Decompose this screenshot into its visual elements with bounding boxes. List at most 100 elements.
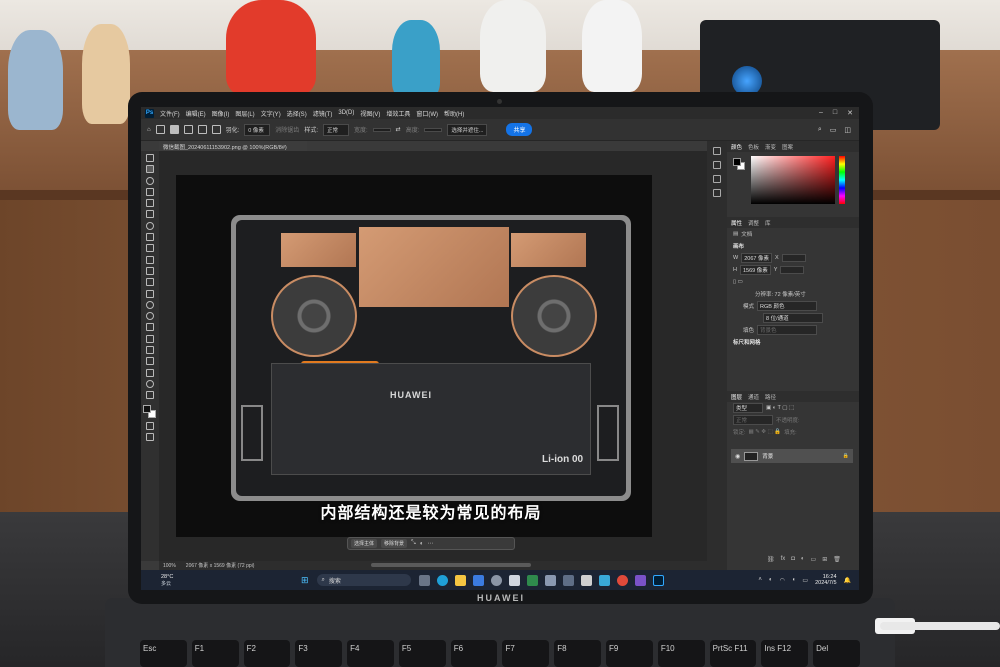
color-tab-2[interactable]: 渐变 bbox=[765, 143, 776, 151]
shape-tool-icon[interactable] bbox=[146, 357, 154, 366]
color-picker[interactable] bbox=[731, 154, 845, 206]
width-input[interactable] bbox=[372, 127, 391, 132]
intersect-selection-icon[interactable] bbox=[211, 125, 221, 134]
color-field[interactable] bbox=[751, 156, 835, 204]
horizontal-scrollbar[interactable] bbox=[371, 563, 531, 567]
layer-name[interactable]: 背景 bbox=[762, 452, 773, 460]
layer-kind-filter[interactable]: 类型 bbox=[733, 403, 763, 413]
app-icon-2[interactable] bbox=[526, 574, 538, 586]
new-layer-icon[interactable]: ⊞ bbox=[822, 556, 827, 563]
app-icon-7[interactable] bbox=[634, 574, 646, 586]
eyedropper-tool-icon[interactable] bbox=[146, 221, 154, 230]
add-mask-icon[interactable]: ◘ bbox=[791, 556, 795, 563]
zoom-tool-icon[interactable] bbox=[146, 379, 154, 388]
color-tab-1[interactable]: 色板 bbox=[748, 143, 759, 151]
blend-mode-select[interactable]: 正常 bbox=[733, 415, 773, 425]
app-icon-6[interactable] bbox=[598, 574, 610, 586]
select-and-mask-button[interactable]: 选择并遮住... bbox=[447, 123, 488, 136]
hue-slider[interactable] bbox=[839, 156, 845, 204]
volume-icon[interactable]: ◖ bbox=[792, 577, 796, 583]
menu-item-9[interactable]: 增效工具 bbox=[386, 109, 410, 118]
properties-tab-2[interactable]: 库 bbox=[765, 219, 771, 227]
eraser-tool-icon[interactable] bbox=[146, 278, 154, 287]
lock-icons[interactable]: ▦ ✎ ✥ ⬚ 🔒 bbox=[749, 429, 782, 435]
color-tab-3[interactable]: 图案 bbox=[782, 143, 793, 151]
layer-filter-icons[interactable]: ▣ ◐ T ▢ ⬚ bbox=[766, 405, 794, 411]
link-layers-icon[interactable]: ⛓ bbox=[767, 556, 775, 563]
eye-icon[interactable]: ◉ bbox=[735, 453, 740, 460]
workspace-icon[interactable]: ▭ bbox=[830, 126, 837, 134]
transform-icon[interactable]: ⤡ bbox=[411, 540, 416, 547]
hand-tool-icon[interactable] bbox=[146, 368, 154, 377]
history-panel-icon[interactable] bbox=[713, 147, 721, 155]
app-icon-4[interactable] bbox=[562, 574, 574, 586]
foreground-color-swatch[interactable] bbox=[143, 404, 151, 413]
paragraph-panel-icon[interactable] bbox=[713, 189, 721, 197]
tray-expand-icon[interactable]: ˄ bbox=[758, 577, 762, 583]
menu-item-5[interactable]: 选择(S) bbox=[287, 109, 307, 118]
color-tab-0[interactable]: 颜色 bbox=[731, 143, 742, 151]
store-icon[interactable] bbox=[472, 574, 484, 586]
taskbar-search[interactable]: ⌕ 搜索 bbox=[316, 574, 411, 586]
task-view-icon[interactable] bbox=[418, 574, 430, 586]
height-prop-input[interactable]: 1569 像素 bbox=[739, 265, 771, 275]
brush-panel-icon[interactable] bbox=[713, 161, 721, 169]
properties-tab-1[interactable]: 调整 bbox=[748, 219, 759, 227]
x-prop-input[interactable] bbox=[781, 254, 806, 262]
windows-start-icon[interactable]: ⊞ bbox=[301, 575, 309, 586]
lasso-tool-icon[interactable] bbox=[146, 176, 154, 185]
frame-tool-icon[interactable] bbox=[146, 210, 154, 219]
menu-item-2[interactable]: 图像(I) bbox=[212, 109, 230, 118]
style-select[interactable]: 正常 bbox=[322, 123, 349, 136]
photoshop-taskbar-icon[interactable] bbox=[652, 574, 664, 586]
bit-depth-select[interactable]: 8 位/通道 bbox=[763, 313, 823, 323]
new-selection-icon[interactable] bbox=[169, 125, 179, 134]
settings-icon[interactable] bbox=[490, 574, 502, 586]
more-options-icon[interactable]: ⋯ bbox=[427, 540, 433, 547]
menu-item-11[interactable]: 帮助(H) bbox=[444, 109, 464, 118]
layer-row-background[interactable]: ◉ 背景 🔒 bbox=[731, 449, 853, 463]
move-tool-icon[interactable] bbox=[146, 154, 154, 162]
width-prop-input[interactable]: 2067 像素 bbox=[741, 253, 772, 263]
adjust-icon[interactable]: ◐ bbox=[420, 541, 424, 547]
blur-tool-icon[interactable] bbox=[146, 300, 154, 309]
more-tools-icon[interactable] bbox=[146, 391, 154, 400]
mode-select[interactable]: RGB 颜色 bbox=[757, 301, 818, 311]
feather-input[interactable]: 0 像素 bbox=[244, 123, 271, 136]
battery-icon[interactable]: ▭ bbox=[802, 577, 808, 584]
layers-tab-2[interactable]: 路径 bbox=[765, 393, 776, 401]
healing-brush-tool-icon[interactable] bbox=[146, 233, 154, 242]
search-icon[interactable]: ⌕ bbox=[818, 126, 822, 134]
y-prop-input[interactable] bbox=[780, 266, 805, 274]
gradient-tool-icon[interactable] bbox=[146, 289, 154, 298]
menu-item-7[interactable]: 3D(D) bbox=[338, 110, 354, 116]
taskbar-clock[interactable]: 16:24 2024/7/5 bbox=[815, 574, 836, 586]
document-tab[interactable]: 微信截图_20240611153902.png @ 100%(RGB/8#) bbox=[159, 141, 307, 151]
share-button[interactable]: 共享 bbox=[506, 123, 533, 136]
antialias-checkbox[interactable]: 消除锯齿 bbox=[275, 125, 299, 134]
color-swatches[interactable] bbox=[143, 404, 157, 419]
weather-widget[interactable]: 28°C 多云 bbox=[141, 574, 221, 587]
quick-mask-icon[interactable] bbox=[146, 421, 154, 430]
swap-icon[interactable]: ⇄ bbox=[396, 126, 401, 133]
menu-item-10[interactable]: 窗口(W) bbox=[416, 109, 438, 118]
path-select-tool-icon[interactable] bbox=[146, 346, 154, 355]
app-icon-5[interactable] bbox=[580, 574, 592, 586]
wifi-icon[interactable]: ◠ bbox=[780, 577, 785, 584]
screen-mode-icon[interactable] bbox=[146, 433, 154, 442]
adjustment-layer-icon[interactable]: ◐ bbox=[801, 556, 805, 563]
minimize-icon[interactable]: – bbox=[819, 109, 823, 117]
select-subject-button[interactable]: 选择主体 bbox=[351, 539, 378, 548]
brush-tool-icon[interactable] bbox=[146, 244, 154, 253]
properties-tab-0[interactable]: 属性 bbox=[731, 219, 742, 227]
delete-layer-icon[interactable]: 🗑 bbox=[833, 556, 841, 563]
subtract-selection-icon[interactable] bbox=[197, 125, 207, 134]
layers-tab-1[interactable]: 通道 bbox=[748, 393, 759, 401]
zoom-level[interactable]: 100% bbox=[163, 563, 176, 569]
group-icon[interactable]: ▭ bbox=[811, 556, 817, 563]
menu-item-1[interactable]: 编辑(E) bbox=[186, 109, 206, 118]
layers-tab-0[interactable]: 图层 bbox=[731, 393, 742, 401]
dodge-tool-icon[interactable] bbox=[146, 312, 154, 321]
menu-item-3[interactable]: 图层(L) bbox=[235, 109, 254, 118]
menu-item-6[interactable]: 滤镜(T) bbox=[313, 109, 333, 118]
